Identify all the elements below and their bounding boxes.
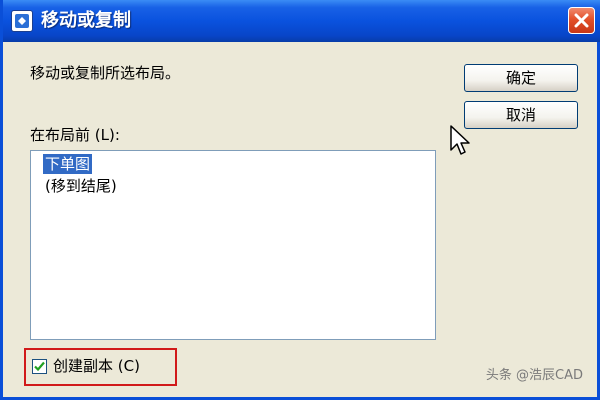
list-item-selected[interactable]: 下单图: [43, 154, 93, 174]
move-copy-dialog: 移动或复制 移动或复制所选布局。 确定 取消 在布局前 (L): 下单图 (移到…: [0, 0, 600, 400]
close-button[interactable]: [568, 7, 595, 34]
cancel-button[interactable]: 取消: [464, 101, 578, 129]
create-copy-checkbox[interactable]: [32, 359, 47, 374]
checkmark-icon: [34, 361, 45, 372]
app-icon: [11, 10, 33, 32]
layout-listbox[interactable]: 下单图 (移到结尾): [30, 150, 436, 340]
watermark-text: 头条 @浩辰CAD: [485, 368, 583, 383]
instruction-text: 移动或复制所选布局。: [30, 64, 181, 82]
ok-button[interactable]: 确定: [464, 64, 578, 92]
list-label: 在布局前 (L):: [30, 126, 120, 144]
create-copy-label[interactable]: 创建副本 (C): [53, 356, 140, 376]
window-title: 移动或复制: [41, 10, 131, 31]
list-item[interactable]: (移到结尾): [43, 176, 119, 196]
close-icon: [574, 13, 589, 28]
mouse-cursor-icon: [450, 125, 470, 155]
title-bar[interactable]: 移动或复制: [3, 0, 600, 42]
